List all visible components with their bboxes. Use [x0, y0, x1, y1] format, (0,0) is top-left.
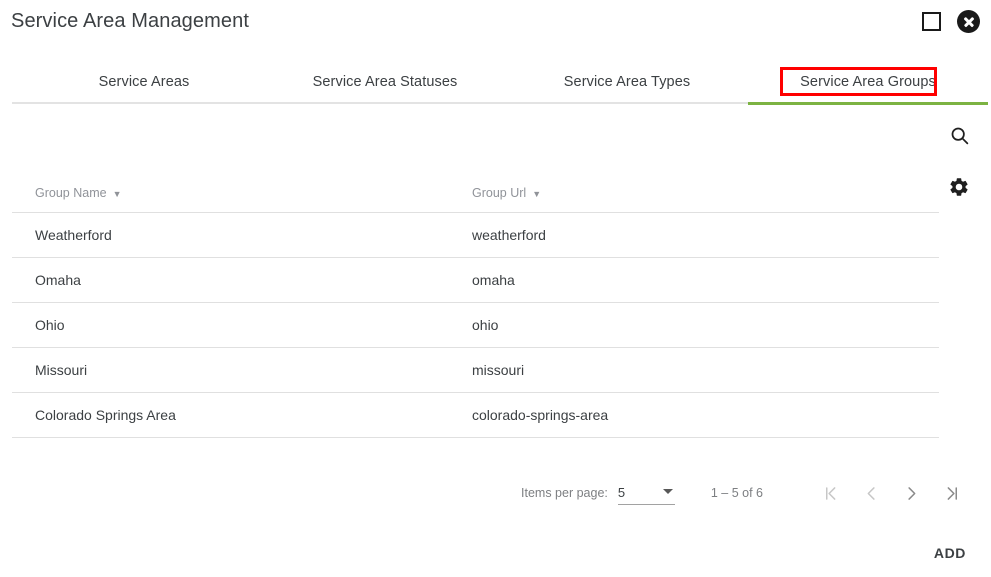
table-row[interactable]: Omaha omaha [12, 257, 939, 303]
tab-label: Service Area Types [563, 74, 691, 90]
table-row[interactable]: Missouri missouri [12, 347, 939, 393]
items-per-page-label: Items per page: [521, 486, 608, 500]
column-header-group-url[interactable]: Group Url ▼ [449, 172, 939, 213]
tab-label: Service Areas [98, 74, 190, 90]
tab-service-area-statuses[interactable]: Service Area Statuses [265, 62, 505, 102]
cell-group-url: weatherford [449, 212, 939, 258]
cell-group-url: missouri [449, 347, 939, 393]
cell-group-url: omaha [449, 257, 939, 303]
table-header-row: Group Name ▼ Group Url ▼ [12, 172, 939, 213]
table-row[interactable]: Ohio ohio [12, 302, 939, 348]
dialog-footer: ADD [0, 528, 991, 577]
tab-label: Service Area Groups [800, 74, 936, 90]
tab-service-area-groups[interactable]: Service Area Groups [748, 62, 988, 105]
paginator: Items per page: 5 1 – 5 of 6 [12, 472, 971, 514]
gear-icon[interactable] [946, 174, 972, 200]
close-circle-icon[interactable] [957, 10, 980, 33]
search-icon[interactable] [946, 122, 972, 148]
column-header-label: Group Url [472, 186, 527, 200]
service-area-management-window: Service Area Management Service Areas Se… [0, 0, 991, 577]
cell-group-name: Missouri [12, 347, 449, 393]
items-per-page-select[interactable]: 5 [617, 482, 675, 505]
cell-group-name: Weatherford [12, 212, 449, 258]
column-header-group-name[interactable]: Group Name ▼ [12, 172, 449, 213]
cell-group-name: Colorado Springs Area [12, 392, 449, 438]
cell-group-url: ohio [449, 302, 939, 348]
next-page-icon[interactable] [891, 477, 931, 509]
page-title: Service Area Management [11, 10, 249, 32]
table-row[interactable]: Weatherford weatherford [12, 212, 939, 258]
add-button[interactable]: ADD [922, 537, 978, 569]
sort-descending-icon[interactable]: ▼ [113, 189, 122, 199]
window-header: Service Area Management [0, 0, 991, 48]
chevron-down-icon [662, 488, 673, 494]
square-icon[interactable] [922, 12, 941, 31]
previous-page-icon[interactable] [851, 477, 891, 509]
sort-descending-icon[interactable]: ▼ [532, 189, 541, 199]
tab-service-areas[interactable]: Service Areas [34, 62, 254, 102]
service-area-groups-table: Group Name ▼ Group Url ▼ Weatherford weath… [12, 172, 939, 438]
table-actions [946, 122, 972, 200]
cell-group-name: Omaha [12, 257, 449, 303]
column-header-label: Group Name [35, 186, 107, 200]
tab-service-area-types[interactable]: Service Area Types [517, 62, 737, 102]
window-controls [922, 10, 980, 33]
first-page-icon[interactable] [811, 477, 851, 509]
items-per-page-value: 5 [617, 485, 626, 500]
table-row[interactable]: Colorado Springs Area colorado-springs-a… [12, 392, 939, 438]
page-range-label: 1 – 5 of 6 [710, 486, 763, 500]
tab-bar: Service Areas Service Area Statuses Serv… [12, 62, 988, 105]
last-page-icon[interactable] [931, 477, 971, 509]
cell-group-url: colorado-springs-area [449, 392, 939, 438]
cell-group-name: Ohio [12, 302, 449, 348]
tab-label: Service Area Statuses [312, 74, 458, 90]
